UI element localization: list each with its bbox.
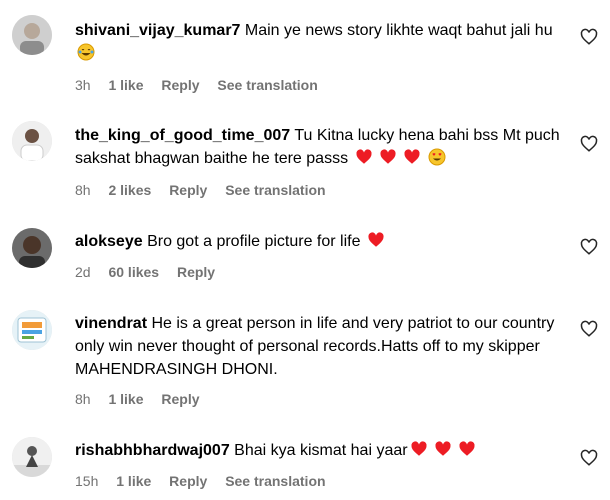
comment-time: 15h: [75, 473, 99, 489]
comment-meta: 2d 60 likes Reply: [75, 263, 229, 281]
red-heart-emoji-icon: [368, 232, 384, 247]
reply-button[interactable]: Reply: [169, 473, 207, 489]
avatar[interactable]: [12, 15, 52, 55]
comment-time: 8h: [75, 182, 91, 198]
avatar[interactable]: [12, 310, 52, 350]
red-heart-emoji-icon: [355, 149, 372, 164]
comment-time: 2d: [75, 264, 91, 280]
red-heart-emoji-icon: [459, 441, 476, 456]
comment-body: alokseye Bro got a profile picture for l…: [75, 230, 565, 253]
comment-likes[interactable]: 60 likes: [108, 264, 159, 280]
red-heart-emoji-icon: [411, 441, 427, 456]
avatar[interactable]: [12, 228, 52, 268]
reply-button[interactable]: Reply: [177, 264, 215, 280]
like-heart-icon[interactable]: [580, 449, 598, 467]
avatar[interactable]: [12, 121, 52, 161]
reply-button[interactable]: Reply: [161, 391, 199, 407]
comment-meta: 8h 2 likes Reply See translation: [75, 181, 340, 199]
reply-button[interactable]: Reply: [169, 182, 207, 198]
see-translation-button[interactable]: See translation: [225, 182, 325, 198]
see-translation-button[interactable]: See translation: [225, 473, 325, 489]
comment-likes[interactable]: 1 like: [116, 473, 151, 489]
reply-button[interactable]: Reply: [161, 77, 199, 93]
laughing-tears-emoji-icon: [77, 43, 95, 61]
comment-text: Main ye news story likhte waqt bahut jal…: [244, 22, 553, 39]
comment-text: He is a great person in life and very pa…: [75, 315, 555, 378]
heart-eyes-emoji-icon: [428, 148, 446, 166]
comment-username[interactable]: the_king_of_good_time_007: [75, 127, 290, 144]
see-translation-button[interactable]: See translation: [217, 77, 317, 93]
red-heart-emoji-icon: [435, 441, 451, 456]
comment-body: shivani_vijay_kumar7 Main ye news story …: [75, 19, 565, 65]
comment-likes[interactable]: 1 like: [108, 77, 143, 93]
comment-username[interactable]: rishabhbhardwaj007: [75, 442, 230, 459]
red-heart-emoji-icon: [404, 149, 421, 164]
comment-likes[interactable]: 1 like: [108, 391, 143, 407]
comment-meta: 3h 1 like Reply See translation: [75, 76, 332, 94]
like-heart-icon[interactable]: [580, 238, 598, 256]
comment-username[interactable]: alokseye: [75, 233, 143, 250]
red-heart-emoji-icon: [380, 149, 396, 164]
comment-meta: 15h 1 like Reply See translation: [75, 472, 340, 490]
like-heart-icon[interactable]: [580, 135, 598, 153]
comment-username[interactable]: vinendrat: [75, 315, 147, 332]
comment-body: rishabhbhardwaj007 Bhai kya kismat hai y…: [75, 439, 565, 462]
comment-username[interactable]: shivani_vijay_kumar7: [75, 22, 240, 39]
comment-text: Bhai kya kismat hai yaar: [234, 442, 408, 459]
comment-meta: 8h 1 like Reply: [75, 390, 214, 408]
like-heart-icon[interactable]: [580, 320, 598, 338]
comment-likes[interactable]: 2 likes: [108, 182, 151, 198]
comment-time: 8h: [75, 391, 91, 407]
comment-body: vinendrat He is a great person in life a…: [75, 312, 570, 381]
comment-body: the_king_of_good_time_007 Tu Kitna lucky…: [75, 124, 565, 170]
avatar[interactable]: [12, 437, 52, 477]
comment-time: 3h: [75, 77, 91, 93]
comment-text: Bro got a profile picture for life: [147, 233, 361, 250]
like-heart-icon[interactable]: [580, 28, 598, 46]
